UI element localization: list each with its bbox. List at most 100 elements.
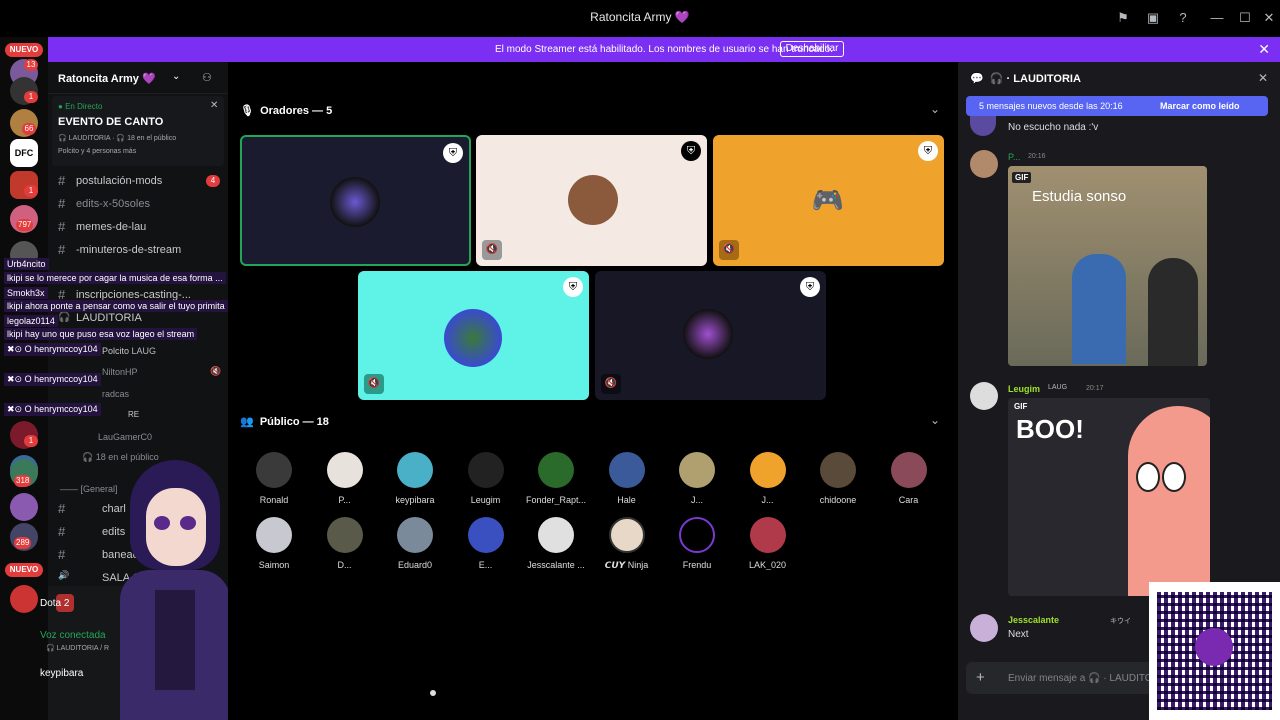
audience-member[interactable]: keypibara xyxy=(385,452,445,505)
audience-member[interactable]: Ronald xyxy=(244,452,304,505)
server-icon[interactable]: DFC xyxy=(10,139,38,167)
add-member-icon[interactable]: ⚇ xyxy=(202,71,212,84)
audience-header: 👥 Público — 18 xyxy=(240,416,329,428)
disable-streamer-button[interactable]: Deshabilitar xyxy=(780,41,844,57)
chevron-down-icon[interactable]: ⌄ xyxy=(172,71,180,82)
unread-badge: 1 xyxy=(24,91,38,103)
chevron-down-icon[interactable]: ⌄ xyxy=(930,413,940,427)
audience-member[interactable]: LAK_020 xyxy=(738,517,798,570)
audience-member[interactable]: chidoone xyxy=(808,452,868,505)
audience-member[interactable]: Cara xyxy=(879,452,939,505)
avatar[interactable] xyxy=(970,614,998,642)
hash-icon: # xyxy=(58,242,66,257)
speaker-tile[interactable]: ⛨ 🔇 xyxy=(358,271,589,400)
overlay-message: lkipi hay uno que puso esa voz lageo el … xyxy=(4,328,198,340)
chat-message-text: No escucho nada :'v xyxy=(1008,122,1099,133)
audience-member[interactable]: Jesscalante ... xyxy=(526,517,586,570)
audience-member[interactable]: Frendu xyxy=(667,517,727,570)
audience-member[interactable]: J... xyxy=(738,452,798,505)
speaker-tile[interactable]: ⛨ xyxy=(240,135,471,266)
avatar[interactable] xyxy=(970,150,998,178)
hash-icon: # xyxy=(58,524,66,539)
audience-member[interactable]: D... xyxy=(315,517,375,570)
shield-icon: ⛨ xyxy=(681,141,701,161)
avatar xyxy=(326,452,363,488)
channel-item[interactable]: # memes-de-lau xyxy=(48,216,228,238)
minimize-icon[interactable]: — xyxy=(1208,9,1226,27)
unread-badge: 1 xyxy=(24,435,38,447)
chat-author[interactable]: P... xyxy=(1008,152,1020,162)
chat-channel-name: LAUDITORIA xyxy=(1013,73,1081,85)
chat-header: 💬 🎧 · LAUDITORIA xyxy=(970,73,1081,85)
gif-figure xyxy=(1148,258,1198,366)
audience-name: Frendu xyxy=(682,560,712,570)
avatar xyxy=(256,517,292,553)
gif-figure xyxy=(1072,254,1126,364)
maximize-icon[interactable]: ☐ xyxy=(1236,9,1254,27)
shield-icon: ⛨ xyxy=(443,143,463,163)
audience-member[interactable]: 𝘾𝙐𝙔 Ninja xyxy=(597,517,657,571)
help-icon[interactable]: ? xyxy=(1174,9,1192,27)
audience-name: J... xyxy=(761,495,774,505)
audience-member[interactable]: E... xyxy=(456,517,516,570)
channel-item[interactable]: # edits-x-50soles xyxy=(48,193,228,215)
overlay-user: Urb4ncito xyxy=(4,258,49,270)
audience-member[interactable]: Fonder_Rapt... xyxy=(526,452,586,505)
overlay-user: ✖⊙ O henrymccoy104 xyxy=(4,373,101,386)
role-tag: LAUG xyxy=(1048,384,1068,391)
close-banner-icon[interactable]: ✕ xyxy=(1258,41,1270,58)
close-event-icon[interactable]: ✕ xyxy=(210,100,218,111)
server-header[interactable]: Ratoncita Army 💜 ⌄ ⚇ xyxy=(48,62,228,94)
audience-name: LAK_020 xyxy=(748,560,787,570)
speaker-tile[interactable]: ⛨ 🔇 xyxy=(476,135,707,266)
chat-author[interactable]: Jesscalante xyxy=(1008,615,1059,625)
inbox-icon[interactable]: ⚑ xyxy=(1114,9,1132,27)
pager-dot[interactable] xyxy=(430,690,436,696)
overlay-user: Smokh3x xyxy=(4,287,48,299)
voice-member[interactable]: LauGamerC0 xyxy=(98,432,152,442)
close-window-icon[interactable]: ✕ xyxy=(1260,9,1278,27)
audience-member[interactable]: Leugim xyxy=(456,452,516,505)
audience-member[interactable]: Eduard0 xyxy=(385,517,445,570)
audience-member[interactable]: Hale xyxy=(597,452,657,505)
server-icon[interactable] xyxy=(10,493,38,521)
gif-label: GIF xyxy=(1012,172,1032,183)
audience-name: chidoone xyxy=(819,495,857,505)
audience-member[interactable]: P... xyxy=(315,452,375,505)
channel-item[interactable]: # postulación-mods 4 xyxy=(48,170,228,192)
avatar xyxy=(397,452,433,488)
audience-member[interactable]: Saimon xyxy=(244,517,304,570)
hash-icon: # xyxy=(58,196,66,211)
close-chat-icon[interactable]: ✕ xyxy=(1258,71,1268,85)
avatar xyxy=(820,452,856,488)
audience-name: Ronald xyxy=(259,495,289,505)
chevron-down-icon[interactable]: ⌄ xyxy=(930,102,940,116)
unread-badge: 797 xyxy=(16,219,34,231)
avatar xyxy=(970,116,996,136)
gif-figure xyxy=(1136,462,1160,492)
server-icon[interactable] xyxy=(10,585,38,613)
mute-icon: 🔇 xyxy=(482,240,502,260)
audience-member[interactable]: J... xyxy=(667,452,727,505)
add-attachment-icon[interactable]: + xyxy=(976,669,985,686)
audience-name: Saimon xyxy=(258,560,290,570)
avatar xyxy=(256,452,292,488)
speaker-tile[interactable]: ⛨ 🔇 xyxy=(595,271,826,400)
overlay-username: henrymccoy104 xyxy=(34,374,98,384)
speakers-header: 🎙 Oradores — 5 xyxy=(240,105,333,117)
chat-author[interactable]: Leugim xyxy=(1008,384,1040,394)
speaker-tile[interactable]: 🎮 ⛨ 🔇 xyxy=(713,135,944,266)
mark-read-button[interactable]: Marcar como leído xyxy=(1160,101,1240,111)
new-messages-bar[interactable]: 5 mensajes nuevos desde las 20:16 Marcar… xyxy=(966,96,1268,116)
chat-message-text: Next xyxy=(1008,629,1029,640)
overlay-message: lkipi se lo merece por cagar la musica d… xyxy=(4,272,226,284)
qr-code xyxy=(1149,582,1280,720)
overlay-message: lkipi ahora ponte a pensar como va salir… xyxy=(4,300,228,312)
audience-name: E... xyxy=(478,560,493,570)
live-event-card[interactable]: ● En Directo ✕ EVENTO DE CANTO 🎧 LAUDITO… xyxy=(52,96,224,166)
avatar[interactable] xyxy=(970,382,998,410)
monitor-icon[interactable]: ▣ xyxy=(1144,9,1162,27)
event-people: Polcito y 4 personas más xyxy=(58,148,137,155)
gif-embed[interactable]: GIF Estudia sonso xyxy=(1008,166,1207,366)
gif-embed[interactable]: GIF BOO! xyxy=(1008,398,1210,596)
